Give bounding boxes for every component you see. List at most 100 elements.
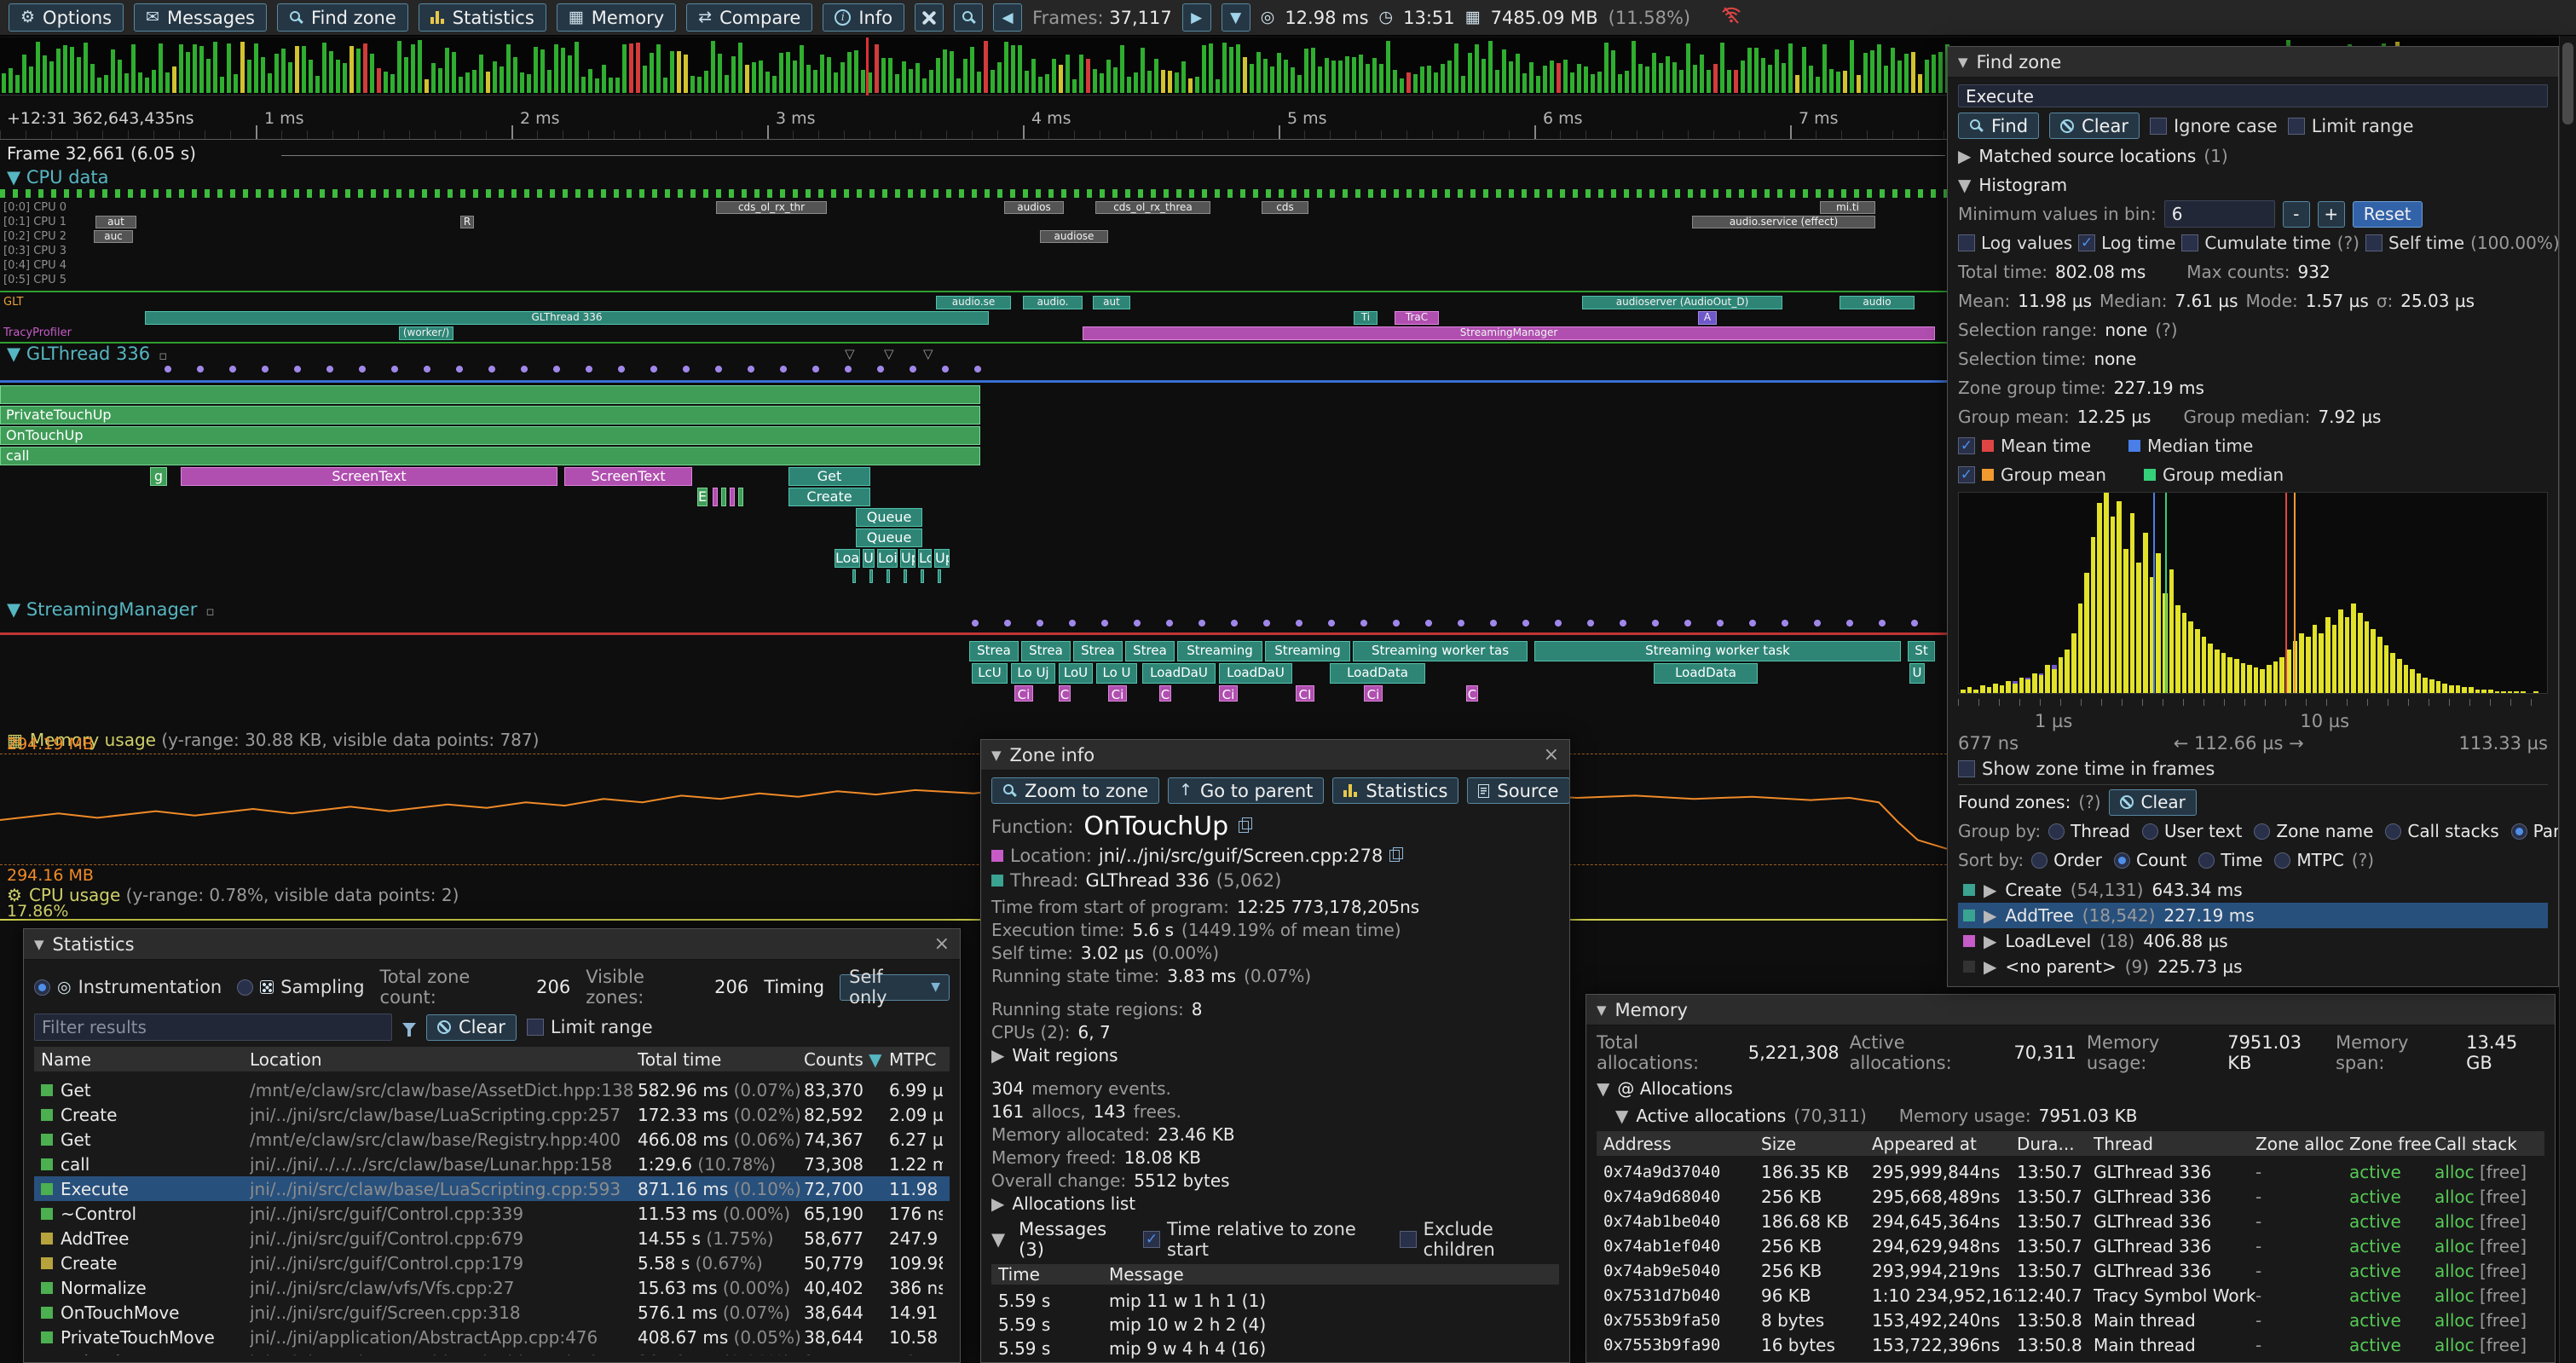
timeline-zone[interactable]: ScreenText — [181, 467, 557, 486]
frame-bar[interactable] — [452, 52, 456, 93]
timeline-zone[interactable]: LoadDaU — [1219, 663, 1292, 684]
frame-bar[interactable] — [1850, 40, 1854, 93]
frame-bar[interactable] — [1141, 48, 1145, 93]
frame-bar[interactable] — [431, 63, 436, 93]
frame-bar[interactable] — [1202, 45, 1206, 93]
allocation-row[interactable]: 0x7531d7b04096 KB1:10 234,952,16112:40.7… — [1597, 1283, 2544, 1308]
message-row[interactable]: 5.59 smip 9 w 4 h 4 (16) — [991, 1337, 1559, 1360]
frame-bar[interactable] — [963, 59, 967, 93]
frame-bar[interactable] — [425, 79, 429, 93]
frame-bar[interactable] — [500, 66, 504, 93]
frame-bar[interactable] — [1038, 77, 1043, 93]
column-header-total-time[interactable]: Total time — [638, 1049, 804, 1070]
frame-bar[interactable] — [1788, 43, 1793, 93]
frame-bar[interactable] — [288, 62, 292, 93]
group-mean-checkbox[interactable]: Group mean — [1958, 465, 2106, 485]
limit-range-checkbox[interactable]: Limit range — [2288, 116, 2414, 136]
frame-bar[interactable] — [595, 78, 599, 93]
frame-bar[interactable] — [1447, 61, 1452, 93]
frame-bar[interactable] — [1761, 58, 1765, 93]
memory-usage-plot[interactable] — [0, 754, 1947, 864]
frame-bar[interactable] — [547, 70, 552, 93]
frame-bar[interactable] — [1236, 44, 1240, 93]
frame-bar[interactable] — [1243, 57, 1247, 93]
cpu-plot-header[interactable]: ⚙CPU usage (y-range: 0.78%, visible data… — [7, 885, 459, 905]
frame-bar[interactable] — [390, 74, 395, 93]
timeline-zone[interactable]: Loi — [877, 549, 898, 568]
frame-bar[interactable] — [991, 70, 995, 93]
frame-bar[interactable] — [322, 43, 326, 93]
cpu-zone[interactable]: cds — [1262, 201, 1308, 214]
timeline-zone[interactable]: Lo Uj — [1011, 663, 1055, 684]
frame-bar[interactable] — [943, 49, 947, 93]
frame-bar[interactable] — [1870, 50, 1874, 93]
frame-bar[interactable] — [977, 72, 981, 93]
frame-bar[interactable] — [813, 70, 817, 93]
timeline-zone[interactable]: Strea — [969, 641, 1019, 661]
statistics-row[interactable]: Createjni/../jni/src/guif/Control.cpp:17… — [34, 1250, 950, 1275]
messages-section-label[interactable]: Messages (3) — [1019, 1219, 1129, 1260]
timeline-zone[interactable]: Ci — [1364, 685, 1383, 702]
frame-bar[interactable] — [540, 49, 545, 93]
clear-filter-button[interactable]: Clear — [426, 1014, 517, 1041]
timeline-zone[interactable] — [713, 488, 718, 506]
frame-bar[interactable] — [493, 61, 497, 93]
frame-bar[interactable] — [145, 78, 149, 93]
frame-bar[interactable] — [1427, 66, 1431, 93]
help-icon[interactable]: (?) — [2155, 320, 2177, 340]
frame-bar[interactable] — [49, 61, 54, 93]
frame-bar[interactable] — [670, 51, 674, 93]
frame-bar[interactable] — [179, 44, 183, 93]
cpu-zone[interactable]: Ti — [1354, 311, 1378, 325]
alloc-link[interactable]: alloc — [2434, 1285, 2475, 1306]
frame-menu-button[interactable]: ▼ — [1222, 3, 1250, 32]
frame-bar[interactable] — [1420, 66, 1424, 93]
frame-bar[interactable] — [1645, 66, 1649, 93]
sort-by-order[interactable]: Order — [2031, 850, 2102, 870]
alloc-link[interactable]: alloc — [2434, 1211, 2475, 1232]
frame-bar[interactable] — [43, 55, 47, 93]
frame-bar[interactable] — [1495, 70, 1499, 93]
timeline-zone[interactable]: Strea — [1073, 641, 1123, 661]
frame-bar[interactable] — [1529, 62, 1533, 93]
histogram-section[interactable]: ▼Histogram — [1958, 173, 2548, 197]
timeline-zone[interactable]: U — [1909, 663, 1925, 684]
close-icon[interactable]: × — [1544, 744, 1559, 765]
column-header-counts[interactable]: Counts ▼ — [804, 1049, 889, 1070]
min-bin-decrease-button[interactable]: - — [2283, 201, 2310, 228]
frame-bar[interactable] — [1727, 70, 1731, 93]
column-header-zone-free[interactable]: Zone free — [2349, 1134, 2434, 1154]
frame-bar[interactable] — [1597, 72, 1602, 93]
frame-bar[interactable] — [1550, 61, 1554, 93]
frame-bar[interactable] — [1352, 57, 1356, 93]
frame-bar[interactable] — [1454, 43, 1458, 93]
frame-bar[interactable] — [1611, 50, 1615, 93]
timeline-zone[interactable]: OnTouchUp — [0, 426, 980, 445]
frame-bar[interactable] — [1175, 72, 1179, 93]
frame-bar[interactable] — [234, 74, 238, 93]
timeline-zone[interactable]: Queue — [856, 508, 922, 527]
timeline-zone[interactable]: Ci — [1014, 685, 1033, 702]
find-zone-button[interactable]: Find zone — [277, 3, 408, 32]
frame-bar[interactable] — [1011, 45, 1015, 93]
frame-bar[interactable] — [1713, 64, 1718, 93]
frame-bar[interactable] — [1502, 49, 1506, 93]
frame-bar[interactable] — [1045, 74, 1049, 93]
frame-bar[interactable] — [827, 57, 831, 93]
frame-bar[interactable] — [90, 64, 95, 93]
statistics-row[interactable]: calljni/../jni/../../../src/claw/base/Lu… — [34, 1152, 950, 1176]
source-button[interactable]: Source — [1467, 777, 1569, 804]
frame-bar[interactable] — [479, 55, 483, 93]
frame-bar[interactable] — [22, 55, 26, 93]
statistics-row[interactable]: Createjni/../jni/src/claw/base/LuaScript… — [34, 1102, 950, 1127]
memory-titlebar[interactable]: ▼Memory — [1586, 995, 2555, 1025]
cpu-zone[interactable]: TraC — [1395, 311, 1439, 325]
frame-bar[interactable] — [411, 44, 415, 93]
scrollbar-thumb[interactable] — [2562, 43, 2573, 124]
frame-bar[interactable] — [581, 77, 586, 93]
cpu-data-header[interactable]: ▼ CPU data — [7, 167, 109, 188]
frame-bar[interactable] — [220, 77, 224, 93]
frame-bar[interactable] — [84, 43, 88, 93]
frame-bar[interactable] — [1488, 41, 1493, 93]
frame-bar[interactable] — [1386, 41, 1390, 93]
